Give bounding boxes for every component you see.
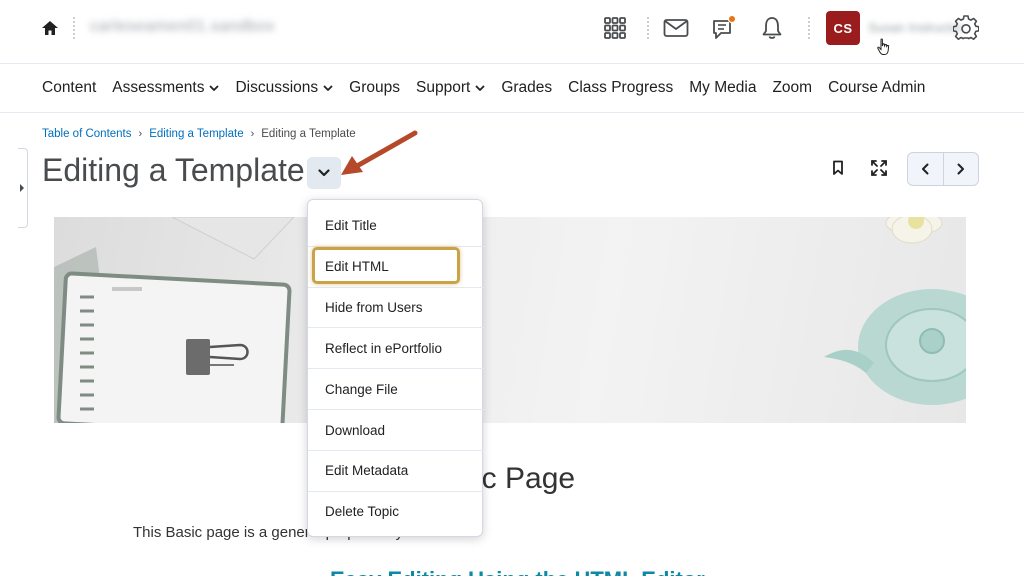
nav-item-label: Assessments [112,79,205,96]
nav-item-discussions[interactable]: Discussions [235,79,333,97]
bookmark-icon[interactable] [828,158,848,178]
avatar[interactable]: CS [826,11,860,45]
chevron-down-icon [323,85,333,91]
nav-item-label: Support [416,79,471,96]
chevron-down-icon [475,85,485,91]
top-header: carleseamen01.sandbox CS Susan Instructo… [0,0,1024,64]
chevron-down-icon [210,85,219,91]
org-name[interactable]: carleseamen01.sandbox [90,18,275,36]
header-divider [73,17,75,39]
bell-icon[interactable] [758,14,786,42]
breadcrumb-link-module[interactable]: Editing a Template [149,128,243,140]
chevron-right-icon: › [138,128,143,140]
chevron-right-icon: › [250,128,255,140]
nav-item-label: Class Progress [568,79,674,96]
nav-item-course-admin[interactable]: Course Admin [828,79,925,97]
menu-item-download[interactable]: Download [308,409,484,450]
content-link[interactable]: Easy Editing Using the HTML Editor [330,567,705,576]
page-title: Editing a Template [42,152,305,188]
course-navbar: Content Assessments Discussions Groups Suppo… [0,64,1024,113]
nav-item-label: Course Admin [828,79,926,96]
menu-item-edit-title[interactable]: Edit Title [308,205,484,246]
header-divider [647,17,649,39]
gear-icon[interactable] [952,14,980,42]
banner-image [54,217,966,423]
nav-item-label: Grades [501,79,553,96]
menu-item-delete-topic[interactable]: Delete Topic [308,490,484,532]
breadcrumb: Table of Contents › Editing a Template ›… [42,128,356,140]
sidebar-toggle[interactable] [18,148,28,228]
home-icon[interactable] [40,18,60,38]
menu-item-edit-html[interactable]: Edit HTML [308,245,484,287]
waffle-grid-icon[interactable] [601,14,629,42]
next-topic-button[interactable] [942,153,979,185]
mail-icon[interactable] [662,14,690,42]
nav-item-label: Content [42,79,97,96]
chevron-right-icon [957,163,964,175]
chevron-left-icon [922,163,929,175]
nav-item-label: Zoom [772,79,813,96]
nav-item-zoom[interactable]: Zoom [772,79,812,97]
chevron-down-icon [318,169,330,177]
annotation-arrow [335,128,419,185]
nav-item-label: Groups [349,79,401,96]
user-name[interactable]: Susan Instructor [868,20,963,35]
chat-icon[interactable] [710,14,738,42]
nav-item-class-progress[interactable]: Class Progress [568,79,673,97]
nav-item-support[interactable]: Support [416,79,485,97]
nav-item-groups[interactable]: Groups [349,79,400,97]
nav-list: Content Assessments Discussions Groups Suppo… [42,79,941,97]
menu-item-edit-metadata[interactable]: Edit Metadata [308,449,484,491]
hand-cursor-icon [876,38,892,56]
nav-item-assessments[interactable]: Assessments [112,79,219,97]
previous-topic-button[interactable] [908,153,943,185]
menu-item-change-file[interactable]: Change File [308,368,484,409]
nav-item-label: My Media [689,79,757,96]
nav-item-label: Discussions [235,79,319,96]
menu-item-hide-from-users[interactable]: Hide from Users [308,286,484,328]
nav-item-content[interactable]: Content [42,79,96,97]
breadcrumb-link-toc[interactable]: Table of Contents [42,128,132,140]
title-actions-menu: Edit Title Edit HTML Hide from Users Reflec… [307,199,484,537]
fullscreen-icon[interactable] [869,158,889,178]
nav-item-my-media[interactable]: My Media [689,79,756,97]
header-divider [808,17,810,39]
menu-item-reflect-in-eportfolio[interactable]: Reflect in ePortfolio [308,327,484,368]
topic-pager [907,152,979,186]
nav-item-grades[interactable]: Grades [501,79,552,97]
